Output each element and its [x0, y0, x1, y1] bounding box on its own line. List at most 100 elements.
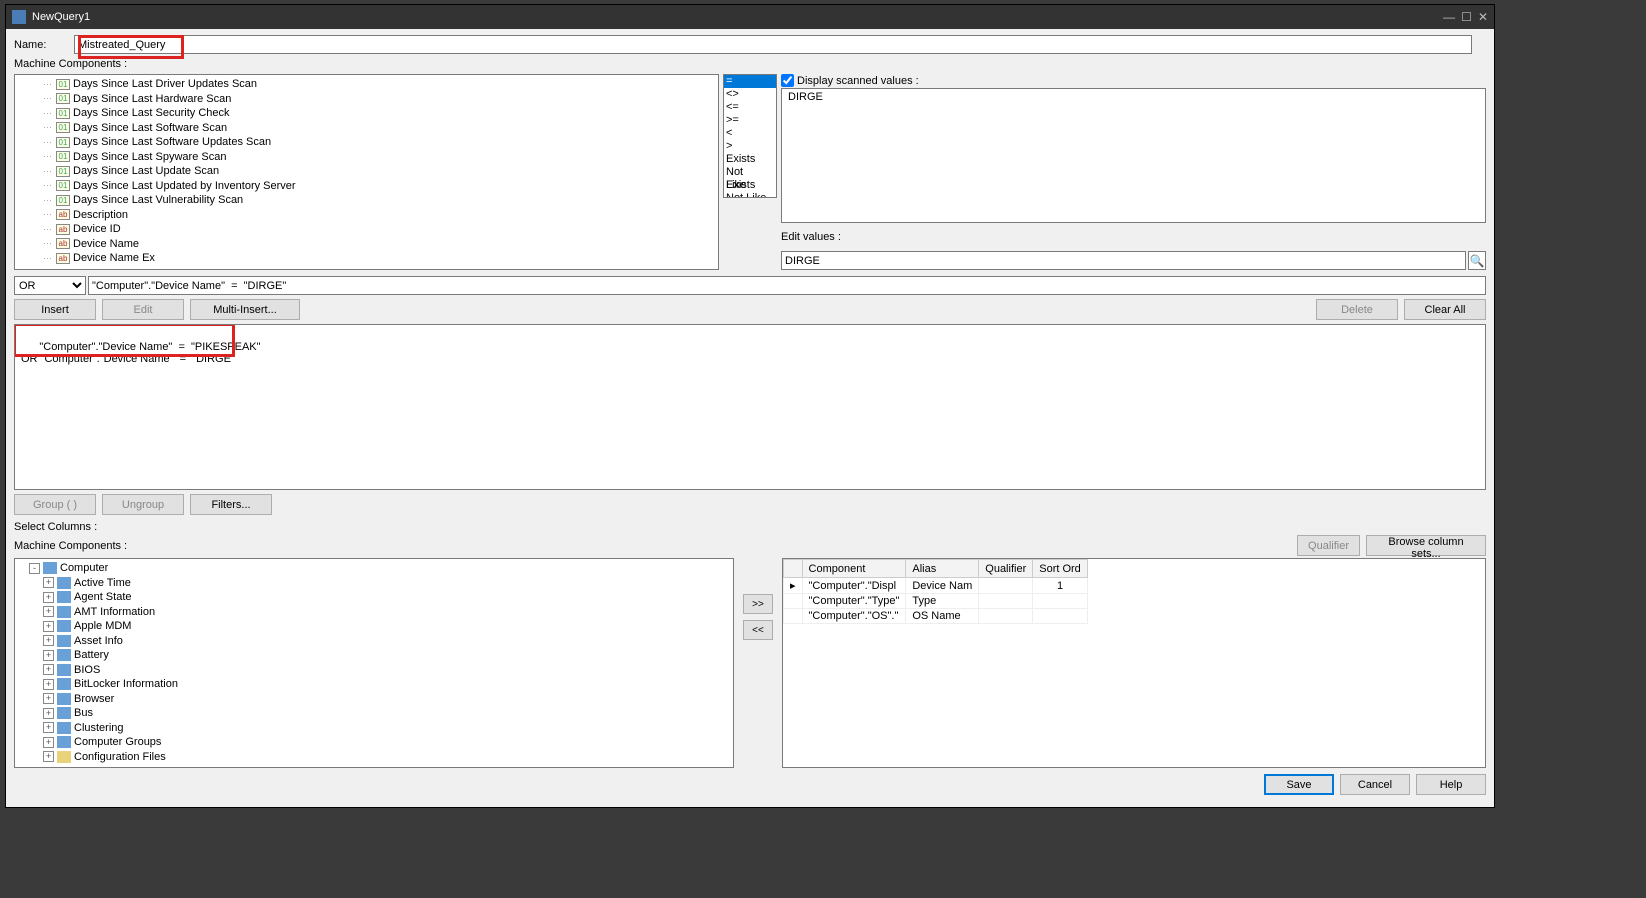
tree-item[interactable]: ⋯abDescription — [15, 208, 718, 223]
column-tree-item[interactable]: +BitLocker Information — [19, 677, 729, 692]
column-tree-item[interactable]: +Agent State — [19, 590, 729, 605]
expand-icon[interactable]: + — [43, 650, 54, 661]
display-scanned-checkbox[interactable]: Display scanned values : — [781, 74, 1486, 87]
help-button[interactable]: Help — [1416, 774, 1486, 795]
query-text-box[interactable]: "Computer"."Device Name" = "PIKESPEAK" O… — [14, 324, 1486, 490]
column-tree-item[interactable]: +Active Time — [19, 576, 729, 591]
add-column-button[interactable]: >> — [743, 594, 773, 614]
delete-button[interactable]: Delete — [1316, 299, 1398, 320]
expand-icon[interactable]: + — [43, 737, 54, 748]
column-tree-item[interactable]: +Bus — [19, 706, 729, 721]
expand-icon[interactable]: + — [43, 606, 54, 617]
tree-item[interactable]: ⋯01Days Since Last Security Check — [15, 106, 718, 121]
minimize-icon[interactable]: — — [1443, 10, 1455, 24]
remove-column-button[interactable]: << — [743, 620, 773, 640]
grid-header[interactable]: Component — [802, 560, 906, 578]
tree-item[interactable]: ⋯abDevice ID — [15, 222, 718, 237]
column-tree-item[interactable]: +Clustering — [19, 721, 729, 736]
operator-item[interactable]: Not Like — [724, 192, 776, 198]
tree-item[interactable]: ⋯01Days Since Last Hardware Scan — [15, 92, 718, 107]
name-input[interactable] — [74, 35, 1472, 54]
expand-icon[interactable]: + — [43, 693, 54, 704]
column-tree-item[interactable]: +Apple MDM — [19, 619, 729, 634]
column-tree-item[interactable]: +Configuration Files — [19, 750, 729, 765]
tree-item[interactable]: ⋯01Days Since Last Software Updates Scan — [15, 135, 718, 150]
tree-item-label: Days Since Last Software Scan — [73, 122, 227, 134]
cancel-button[interactable]: Cancel — [1340, 774, 1410, 795]
grid-header[interactable]: Alias — [906, 560, 979, 578]
insert-button[interactable]: Insert — [14, 299, 96, 320]
tree-item[interactable]: ⋯01Days Since Last Spyware Scan — [15, 150, 718, 165]
expand-icon[interactable]: + — [43, 751, 54, 762]
expand-icon[interactable]: + — [43, 577, 54, 588]
node-icon — [57, 635, 71, 647]
tree-item[interactable]: ⋯01Days Since Last Vulnerability Scan — [15, 193, 718, 208]
columns-grid[interactable]: ComponentAliasQualifierSort Ord▸"Compute… — [782, 558, 1486, 768]
tree-item[interactable]: ⋯01Days Since Last Update Scan — [15, 164, 718, 179]
clear-all-button[interactable]: Clear All — [1404, 299, 1486, 320]
field-icon: 01 — [56, 180, 70, 191]
tree-item[interactable]: ⋯abDevice Name — [15, 237, 718, 252]
column-tree-item[interactable]: +BIOS — [19, 663, 729, 678]
display-scanned-label: Display scanned values : — [797, 75, 919, 87]
expand-icon[interactable]: + — [43, 621, 54, 632]
operator-item[interactable]: = — [724, 75, 776, 88]
column-tree[interactable]: -Computer+Active Time+Agent State+AMT In… — [14, 558, 734, 768]
tree-item[interactable]: ⋯01Days Since Last Software Scan — [15, 121, 718, 136]
expand-icon[interactable]: + — [43, 722, 54, 733]
tree-item-label: Device ID — [73, 223, 121, 235]
expand-icon[interactable]: - — [29, 563, 40, 574]
close-icon[interactable]: ✕ — [1478, 10, 1488, 24]
scanned-value[interactable]: DIRGE — [788, 91, 1479, 103]
grid-row[interactable]: "Computer"."Type"Type — [784, 594, 1088, 609]
column-tree-item[interactable]: -Computer — [19, 561, 729, 576]
condition-input[interactable] — [88, 276, 1486, 295]
grid-header[interactable] — [784, 560, 803, 578]
expand-icon[interactable]: + — [43, 635, 54, 646]
operator-item[interactable]: < — [724, 127, 776, 140]
filters-button[interactable]: Filters... — [190, 494, 272, 515]
column-tree-item[interactable]: +Computer Groups — [19, 735, 729, 750]
save-button[interactable]: Save — [1264, 774, 1334, 795]
column-tree-item[interactable]: + Asset Info — [19, 634, 729, 649]
tree-item[interactable]: ⋯abDevice Name Ex — [15, 251, 718, 266]
operator-item[interactable]: > — [724, 140, 776, 153]
grid-row[interactable]: ▸"Computer"."DisplDevice Nam1 — [784, 578, 1088, 594]
expand-icon[interactable]: + — [43, 708, 54, 719]
maximize-icon[interactable]: ☐ — [1461, 10, 1472, 24]
edit-value-input[interactable] — [781, 251, 1466, 270]
scanned-values-box[interactable]: DIRGE — [781, 88, 1486, 223]
expand-icon[interactable]: + — [43, 679, 54, 690]
display-scanned-check[interactable] — [781, 74, 794, 87]
grid-row[interactable]: "Computer"."OS"."OS Name — [784, 609, 1088, 624]
tree-item[interactable]: ⋯01Days Since Last Driver Updates Scan — [15, 77, 718, 92]
ungroup-button[interactable]: Ungroup — [102, 494, 184, 515]
edit-button[interactable]: Edit — [102, 299, 184, 320]
qualifier-button[interactable]: Qualifier — [1297, 535, 1360, 556]
grid-header[interactable]: Qualifier — [979, 560, 1033, 578]
tree-item-label: Days Since Last Update Scan — [73, 165, 219, 177]
multi-insert-button[interactable]: Multi-Insert... — [190, 299, 300, 320]
operator-item[interactable]: Not Exists — [724, 166, 776, 179]
operator-item[interactable]: >= — [724, 114, 776, 127]
node-label: AMT Information — [74, 606, 155, 618]
grid-header[interactable]: Sort Ord — [1033, 560, 1088, 578]
operator-list[interactable]: =<><=>=<>ExistsNot ExistsLikeNot Like — [723, 74, 777, 198]
bool-select[interactable]: OR — [14, 276, 86, 295]
expand-icon[interactable]: + — [43, 664, 54, 675]
component-tree[interactable]: ⋯01Days Since Last Driver Updates Scan⋯0… — [14, 74, 719, 270]
browse-column-sets-button[interactable]: Browse column sets... — [1366, 535, 1486, 556]
operator-item[interactable]: <> — [724, 88, 776, 101]
operator-item[interactable]: <= — [724, 101, 776, 114]
group-button[interactable]: Group ( ) — [14, 494, 96, 515]
column-tree-item[interactable]: + AMT Information — [19, 605, 729, 620]
query-window: NewQuery1 — ☐ ✕ Name: Machine Components… — [5, 4, 1495, 808]
field-icon: ab — [56, 238, 70, 249]
search-icon[interactable]: 🔍 — [1468, 251, 1486, 270]
expand-icon[interactable]: + — [43, 592, 54, 603]
column-tree-item[interactable]: +Browser — [19, 692, 729, 707]
operator-item[interactable]: Exists — [724, 153, 776, 166]
node-label: Asset Info — [74, 635, 123, 647]
column-tree-item[interactable]: +Battery — [19, 648, 729, 663]
tree-item[interactable]: ⋯01Days Since Last Updated by Inventory … — [15, 179, 718, 194]
